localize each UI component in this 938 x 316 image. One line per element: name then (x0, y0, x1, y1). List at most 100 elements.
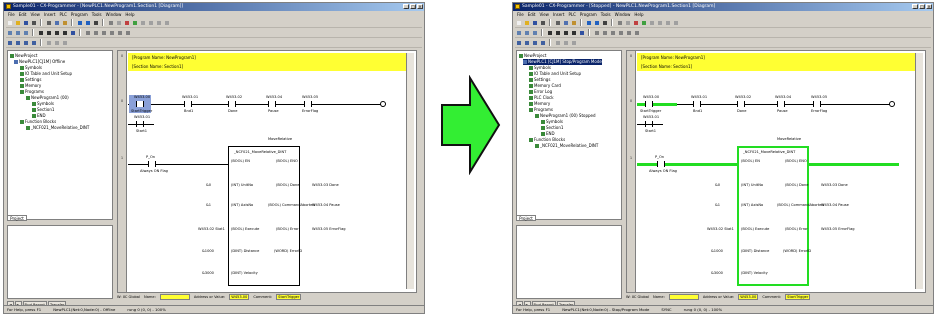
project-tab[interactable]: Project (516, 215, 536, 221)
paste-icon[interactable] (61, 19, 68, 26)
toolbar-button[interactable] (656, 19, 663, 26)
menu-tools[interactable]: Tools (601, 11, 611, 18)
project-tab[interactable]: Project (7, 215, 27, 221)
contact-nc-icon[interactable] (45, 29, 52, 36)
instruction-icon[interactable] (61, 29, 68, 36)
select-icon[interactable] (515, 29, 522, 36)
toolbar-button[interactable] (633, 29, 640, 36)
output-window-icon[interactable] (14, 39, 21, 46)
zoom-icon[interactable] (616, 19, 623, 26)
project-window-icon[interactable] (515, 39, 522, 46)
menu-view[interactable]: View (30, 11, 40, 18)
close-button[interactable]: × (417, 4, 423, 9)
toolbar-button[interactable] (562, 39, 569, 46)
print-icon[interactable] (539, 19, 546, 26)
coil-icon[interactable] (562, 29, 569, 36)
toolbar-button[interactable] (648, 19, 655, 26)
menu-program[interactable]: Program (71, 11, 88, 18)
print-icon[interactable] (30, 19, 37, 26)
undo-icon[interactable] (76, 19, 83, 26)
toolbar-button[interactable] (116, 29, 123, 36)
menu-file[interactable]: File (8, 11, 15, 18)
contact-no-icon[interactable] (546, 29, 553, 36)
contact-nc-icon[interactable] (554, 29, 561, 36)
contact-w45304[interactable] (777, 101, 785, 107)
maximize-button[interactable]: □ (919, 4, 925, 9)
toolbar-button[interactable] (163, 19, 170, 26)
editor-vertical-scrollbar[interactable] (406, 53, 414, 289)
toolbar-button[interactable] (625, 29, 632, 36)
grid-icon[interactable] (624, 19, 631, 26)
toolbar-button[interactable] (30, 39, 37, 46)
menu-edit[interactable]: Edit (19, 11, 27, 18)
minimize-button[interactable]: _ (403, 4, 409, 9)
toolbar-button[interactable] (672, 19, 679, 26)
tree-item-fb-moverelative[interactable]: _NCF021_MoveRelative_DINT (26, 125, 89, 131)
menu-edit[interactable]: Edit (528, 11, 536, 18)
toolbar-button[interactable] (53, 39, 60, 46)
toolbar-button[interactable] (554, 39, 561, 46)
save-icon[interactable] (531, 19, 538, 26)
menu-insert[interactable]: Insert (553, 11, 564, 18)
ladder-editor-monitoring[interactable]: 0 0 1 [Program Name: NewProgram1] [Secti… (626, 50, 926, 293)
contact-w45301[interactable] (693, 101, 701, 107)
online-icon[interactable] (640, 19, 647, 26)
toolbar-button[interactable] (139, 19, 146, 26)
toolbar-button[interactable] (531, 29, 538, 36)
toolbar-button[interactable] (570, 39, 577, 46)
monitor-icon[interactable] (632, 19, 639, 26)
output-window-icon[interactable] (523, 39, 530, 46)
menu-program[interactable]: Program (580, 11, 597, 18)
coil-icon[interactable] (53, 29, 60, 36)
contact-p-on[interactable] (657, 161, 665, 167)
redo-icon[interactable] (84, 19, 91, 26)
save-icon[interactable] (22, 19, 29, 26)
find-icon[interactable] (92, 19, 99, 26)
find-icon[interactable] (601, 19, 608, 26)
function-block-icon[interactable] (578, 29, 585, 36)
toolbar-button[interactable] (147, 19, 154, 26)
menu-view[interactable]: View (539, 11, 549, 18)
menu-window[interactable]: Window (615, 11, 631, 18)
tree-item-fb-moverelative[interactable]: _NCF021_MoveRelative_DINT (535, 143, 598, 149)
toolbar-button[interactable] (155, 19, 162, 26)
cut-icon[interactable] (554, 19, 561, 26)
function-block-moverelative-active[interactable] (737, 146, 809, 286)
address-field[interactable]: W453.00 (738, 294, 759, 300)
menu-file[interactable]: File (517, 11, 524, 18)
contact-w45300[interactable] (645, 101, 653, 107)
toolbar-button[interactable] (108, 29, 115, 36)
comment-field[interactable]: StartTrigger (276, 294, 302, 300)
toolbar-button[interactable] (609, 29, 616, 36)
contact-w45305[interactable] (813, 101, 821, 107)
toolbar-button[interactable] (664, 19, 671, 26)
select-icon[interactable] (6, 29, 13, 36)
menu-plc[interactable]: PLC (568, 11, 575, 18)
toolbar-button[interactable] (539, 39, 546, 46)
close-button[interactable]: × (926, 4, 932, 9)
online-icon[interactable] (131, 19, 138, 26)
comment-field[interactable]: StartTrigger (785, 294, 811, 300)
ladder-editor[interactable]: 0 0 1 [Program Name: NewProgram1] [Secti… (117, 50, 417, 293)
monitor-icon[interactable] (123, 19, 130, 26)
toolbar-button[interactable] (601, 29, 608, 36)
copy-icon[interactable] (562, 19, 569, 26)
contact-p-on[interactable] (148, 161, 156, 167)
instruction-icon[interactable] (570, 29, 577, 36)
output-coil[interactable] (380, 101, 386, 107)
toolbar-button[interactable] (84, 29, 91, 36)
output-coil[interactable] (889, 101, 895, 107)
function-block-icon[interactable] (69, 29, 76, 36)
menu-tools[interactable]: Tools (92, 11, 102, 18)
toolbar-button[interactable] (45, 39, 52, 46)
zoom-icon[interactable] (107, 19, 114, 26)
toolbar-button[interactable] (61, 39, 68, 46)
open-icon[interactable] (523, 19, 530, 26)
watch-window-icon[interactable] (531, 39, 538, 46)
menu-insert[interactable]: Insert (44, 11, 55, 18)
contact-w45302[interactable] (228, 101, 236, 107)
menu-help[interactable]: Help (634, 11, 643, 18)
grid-icon[interactable] (115, 19, 122, 26)
minimize-button[interactable]: _ (912, 4, 918, 9)
name-field[interactable] (159, 294, 190, 300)
